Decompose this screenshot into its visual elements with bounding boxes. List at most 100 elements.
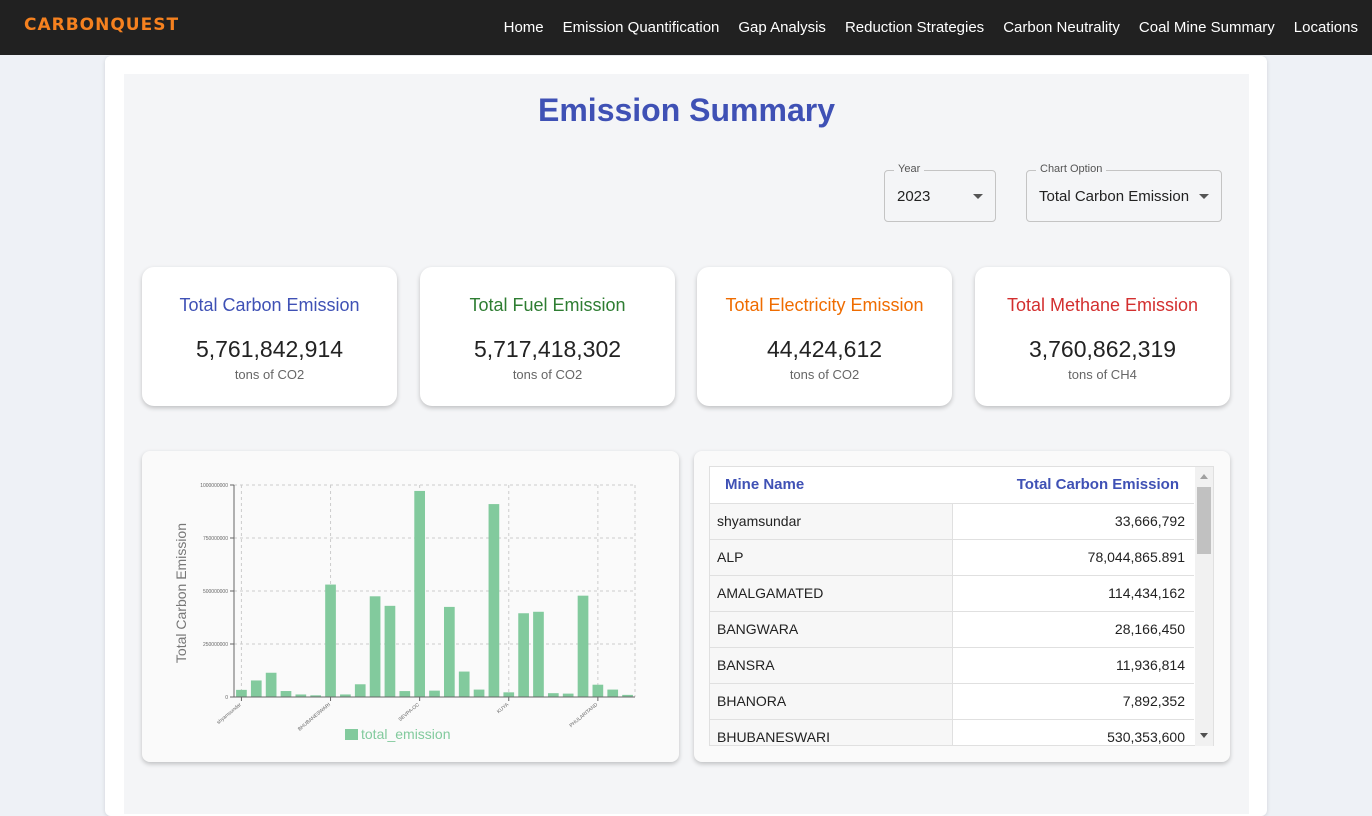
chart-bars: [236, 490, 633, 697]
bar: [354, 684, 366, 697]
legend-label: total_emission: [361, 726, 451, 742]
year-select-value: 2023: [897, 188, 931, 205]
bar: [518, 613, 529, 697]
bar: [547, 693, 559, 697]
cell-mine-name: BHANORA: [710, 683, 953, 720]
table-row[interactable]: ALP 78,044,865.891: [710, 539, 1194, 576]
card-title: Total Fuel Emission: [469, 295, 626, 315]
nav-home[interactable]: Home: [504, 19, 544, 36]
y-tick-label: 750000000: [203, 536, 228, 542]
top-navbar: CARBONQUEST Home Emission Quantification…: [0, 0, 1372, 55]
y-axis-label: Total Carbon Emission: [173, 523, 189, 663]
emission-table: Mine Name Total Carbon Emission shyamsun…: [710, 467, 1194, 745]
card-unit: tons of CO2: [789, 367, 860, 382]
card-title: Total Electricity Emission: [725, 295, 924, 315]
x-tick-label: BHUBANESWARI: [297, 702, 332, 733]
bar: [562, 693, 574, 697]
y-tick-label: 1000000000: [200, 483, 228, 489]
bar: [325, 584, 336, 697]
chart-grid: [234, 484, 636, 697]
cell-mine-name: shyamsundar: [710, 503, 953, 540]
x-tick-label: shyamsundar: [216, 702, 243, 726]
bar: [533, 611, 544, 697]
scroll-down-icon[interactable]: [1200, 733, 1208, 738]
y-tick-label: 0: [225, 695, 228, 701]
table-scrollbar[interactable]: [1195, 467, 1213, 746]
column-header-total-carbon-emission[interactable]: Total Carbon Emission: [952, 467, 1194, 504]
cell-mine-name: BANSRA: [710, 647, 953, 684]
year-select-label: Year: [894, 163, 925, 175]
table-header-row: Mine Name Total Carbon Emission: [710, 467, 1194, 504]
x-tick-label: SEVPA-OC: [398, 702, 422, 723]
table-row[interactable]: AMALGAMATED 114,434,162: [710, 575, 1194, 612]
card-value: 5,717,418,302: [473, 336, 622, 362]
card-value: 3,760,862,319: [1028, 336, 1177, 362]
bar: [369, 596, 381, 697]
cell-mine-name: BANGWARA: [710, 611, 953, 648]
cell-emission: 114,434,162: [952, 575, 1194, 612]
x-tick-label: KUYA: [496, 702, 511, 716]
emission-table-container: Mine Name Total Carbon Emission shyamsun…: [709, 466, 1214, 746]
nav-emission-quantification[interactable]: Emission Quantification: [563, 19, 720, 36]
bar: [414, 490, 425, 697]
scrollbar-thumb[interactable]: [1197, 487, 1211, 554]
chevron-down-icon: [973, 194, 983, 199]
app-logo[interactable]: CARBONQUEST: [24, 15, 179, 35]
nav-coal-mine-summary[interactable]: Coal Mine Summary: [1139, 19, 1275, 36]
card-total-fuel-emission: Total Fuel Emission 5,717,418,302 tons o…: [420, 267, 675, 406]
year-select[interactable]: Year 2023: [884, 163, 996, 222]
card-unit: tons of CH4: [1068, 367, 1137, 382]
bar: [444, 606, 455, 697]
bar: [577, 595, 589, 697]
card-title: Total Methane Emission: [1006, 295, 1199, 315]
bar: [607, 689, 619, 697]
bar: [236, 689, 247, 697]
x-tick-label: PHULARITAND: [569, 702, 600, 729]
legend-swatch: [345, 729, 358, 740]
card-unit: tons of CO2: [512, 367, 583, 382]
column-header-mine-name[interactable]: Mine Name: [710, 467, 952, 504]
card-total-carbon-emission: Total Carbon Emission 5,761,842,914 tons…: [142, 267, 397, 406]
y-tick-label: 250000000: [203, 642, 228, 648]
table-row[interactable]: BANSRA 11,936,814: [710, 647, 1194, 684]
nav-locations[interactable]: Locations: [1294, 19, 1358, 36]
card-total-electricity-emission: Total Electricity Emission 44,424,612 to…: [697, 267, 952, 406]
emission-bar-chart: 0 250000000 500000000 750000000 1000000000 sh…: [173, 483, 636, 742]
cell-emission: 530,353,600: [952, 719, 1194, 745]
chart-option-select[interactable]: Chart Option Total Carbon Emission: [1026, 163, 1222, 222]
table-row[interactable]: BHUBANESWARI 530,353,600: [710, 719, 1194, 745]
table-row[interactable]: BHANORA 7,892,352: [710, 683, 1194, 720]
bar: [488, 504, 500, 697]
card-title: Total Carbon Emission: [179, 295, 360, 315]
main-nav: Home Emission Quantification Gap Analysi…: [485, 0, 1358, 55]
bar: [399, 691, 411, 697]
chart-option-value: Total Carbon Emission: [1039, 188, 1190, 205]
cell-emission: 78,044,865.891: [952, 539, 1194, 576]
nav-gap-analysis[interactable]: Gap Analysis: [738, 19, 826, 36]
bar: [384, 605, 396, 697]
card-total-methane-emission: Total Methane Emission 3,760,862,319 ton…: [975, 267, 1230, 406]
card-unit: tons of CO2: [234, 367, 305, 382]
chart-option-label: Chart Option: [1036, 163, 1107, 175]
table-row[interactable]: shyamsundar 33,666,792: [710, 503, 1194, 540]
bar: [503, 692, 515, 697]
chevron-down-icon: [1199, 194, 1209, 199]
bar: [280, 691, 292, 697]
y-tick-label: 500000000: [203, 589, 228, 595]
scroll-up-icon[interactable]: [1200, 474, 1208, 479]
table-row[interactable]: BANGWARA 28,166,450: [710, 611, 1194, 648]
cell-emission: 7,892,352: [952, 683, 1194, 720]
cell-mine-name: ALP: [710, 539, 953, 576]
card-value: 5,761,842,914: [195, 336, 344, 362]
bar: [265, 672, 277, 697]
nav-carbon-neutrality[interactable]: Carbon Neutrality: [1003, 19, 1120, 36]
nav-reduction-strategies[interactable]: Reduction Strategies: [845, 19, 984, 36]
cell-emission: 28,166,450: [952, 611, 1194, 648]
bar: [592, 684, 604, 697]
cell-mine-name: AMALGAMATED: [710, 575, 953, 612]
cell-emission: 33,666,792: [952, 503, 1194, 540]
bar: [473, 689, 485, 697]
bar: [429, 690, 440, 697]
bar: [250, 680, 262, 697]
cell-mine-name: BHUBANESWARI: [710, 719, 953, 745]
